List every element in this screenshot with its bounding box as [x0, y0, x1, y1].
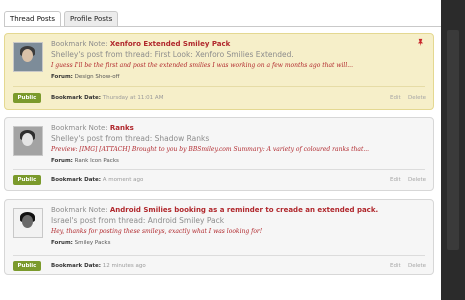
tab-profile-posts[interactable]: Profile Posts	[64, 11, 119, 27]
edit-link[interactable]: Edit	[390, 177, 401, 183]
bookmark-note-title[interactable]: Android Smilies booking as a reminder to…	[110, 206, 378, 214]
edit-link[interactable]: Edit	[390, 95, 401, 101]
post-source[interactable]: Shelley's post from thread: First Look: …	[51, 50, 294, 59]
visibility-badge: Public	[13, 175, 41, 185]
bookmark-date: Bookmark Date: Thursday at 11:01 AM	[51, 95, 163, 101]
bookmark-note: Bookmark Note: Xenforo Extended Smiley P…	[51, 40, 230, 48]
delete-link[interactable]: Delete	[408, 177, 426, 183]
post-source[interactable]: Shelley's post from thread: Shadow Ranks	[51, 134, 209, 143]
scrollbar-thumb[interactable]	[447, 30, 459, 250]
bookmark-date: Bookmark Date: 12 minutes ago	[51, 263, 146, 269]
bookmark-date-value: Thursday at 11:01 AM	[102, 95, 164, 101]
bookmark-date-label: Bookmark Date:	[51, 177, 101, 183]
bookmark-date-value: A moment ago	[102, 177, 144, 183]
post-source[interactable]: Israel's post from thread: Android Smile…	[51, 216, 224, 225]
tab-bar: Thread Posts Profile Posts	[4, 11, 121, 27]
post-excerpt[interactable]: I guess I'll be the first and post the e…	[51, 62, 353, 69]
pin-icon	[417, 38, 424, 47]
bookmark-note-title[interactable]: Xenforo Extended Smiley Pack	[110, 40, 230, 48]
forum-label: Forum:	[51, 240, 73, 246]
post-excerpt[interactable]: Hey, thanks for posting these smileys, e…	[51, 228, 262, 235]
tab-thread-posts[interactable]: Thread Posts	[4, 11, 61, 27]
visibility-badge: Public	[13, 261, 41, 271]
bookmark-note-label: Bookmark Note:	[51, 206, 108, 214]
edit-link[interactable]: Edit	[390, 263, 401, 269]
bookmark-note: Bookmark Note: Android Smilies booking a…	[51, 206, 378, 214]
footer-divider	[13, 86, 425, 87]
forum-link[interactable]: Design Show-off	[75, 74, 120, 80]
forum-link[interactable]: Smiley Packs	[75, 240, 111, 246]
visibility-badge: Public	[13, 93, 41, 103]
scrollbar[interactable]	[441, 0, 465, 300]
bookmark-item: Bookmark Note: Ranks Shelley's post from…	[4, 117, 434, 191]
forum-label: Forum:	[51, 74, 73, 80]
forum-label: Forum:	[51, 158, 73, 164]
post-excerpt[interactable]: Preview: [IMG] [ATTACH] Brought to you b…	[51, 146, 369, 153]
bookmark-date-label: Bookmark Date:	[51, 263, 101, 269]
bookmark-note: Bookmark Note: Ranks	[51, 124, 134, 132]
bookmark-date-label: Bookmark Date:	[51, 95, 101, 101]
tab-divider	[4, 26, 441, 27]
bookmark-date-value: 12 minutes ago	[102, 263, 146, 269]
bookmark-note-label: Bookmark Note:	[51, 40, 108, 48]
forum-info: Forum: Smiley Packs	[51, 240, 110, 246]
bookmark-item: Bookmark Note: Xenforo Extended Smiley P…	[4, 33, 434, 110]
delete-link[interactable]: Delete	[408, 263, 426, 269]
avatar[interactable]	[13, 126, 43, 156]
forum-link[interactable]: Rank Icon Packs	[75, 158, 119, 164]
bookmark-date: Bookmark Date: A moment ago	[51, 177, 143, 183]
forum-info: Forum: Rank Icon Packs	[51, 158, 119, 164]
forum-info: Forum: Design Show-off	[51, 74, 119, 80]
avatar[interactable]	[13, 42, 43, 72]
delete-link[interactable]: Delete	[408, 95, 426, 101]
avatar[interactable]	[13, 208, 43, 238]
bookmark-note-label: Bookmark Note:	[51, 124, 108, 132]
footer-divider	[13, 255, 425, 256]
bookmark-item: Bookmark Note: Android Smilies booking a…	[4, 199, 434, 275]
bookmark-note-title[interactable]: Ranks	[110, 124, 134, 132]
footer-divider	[13, 169, 425, 170]
